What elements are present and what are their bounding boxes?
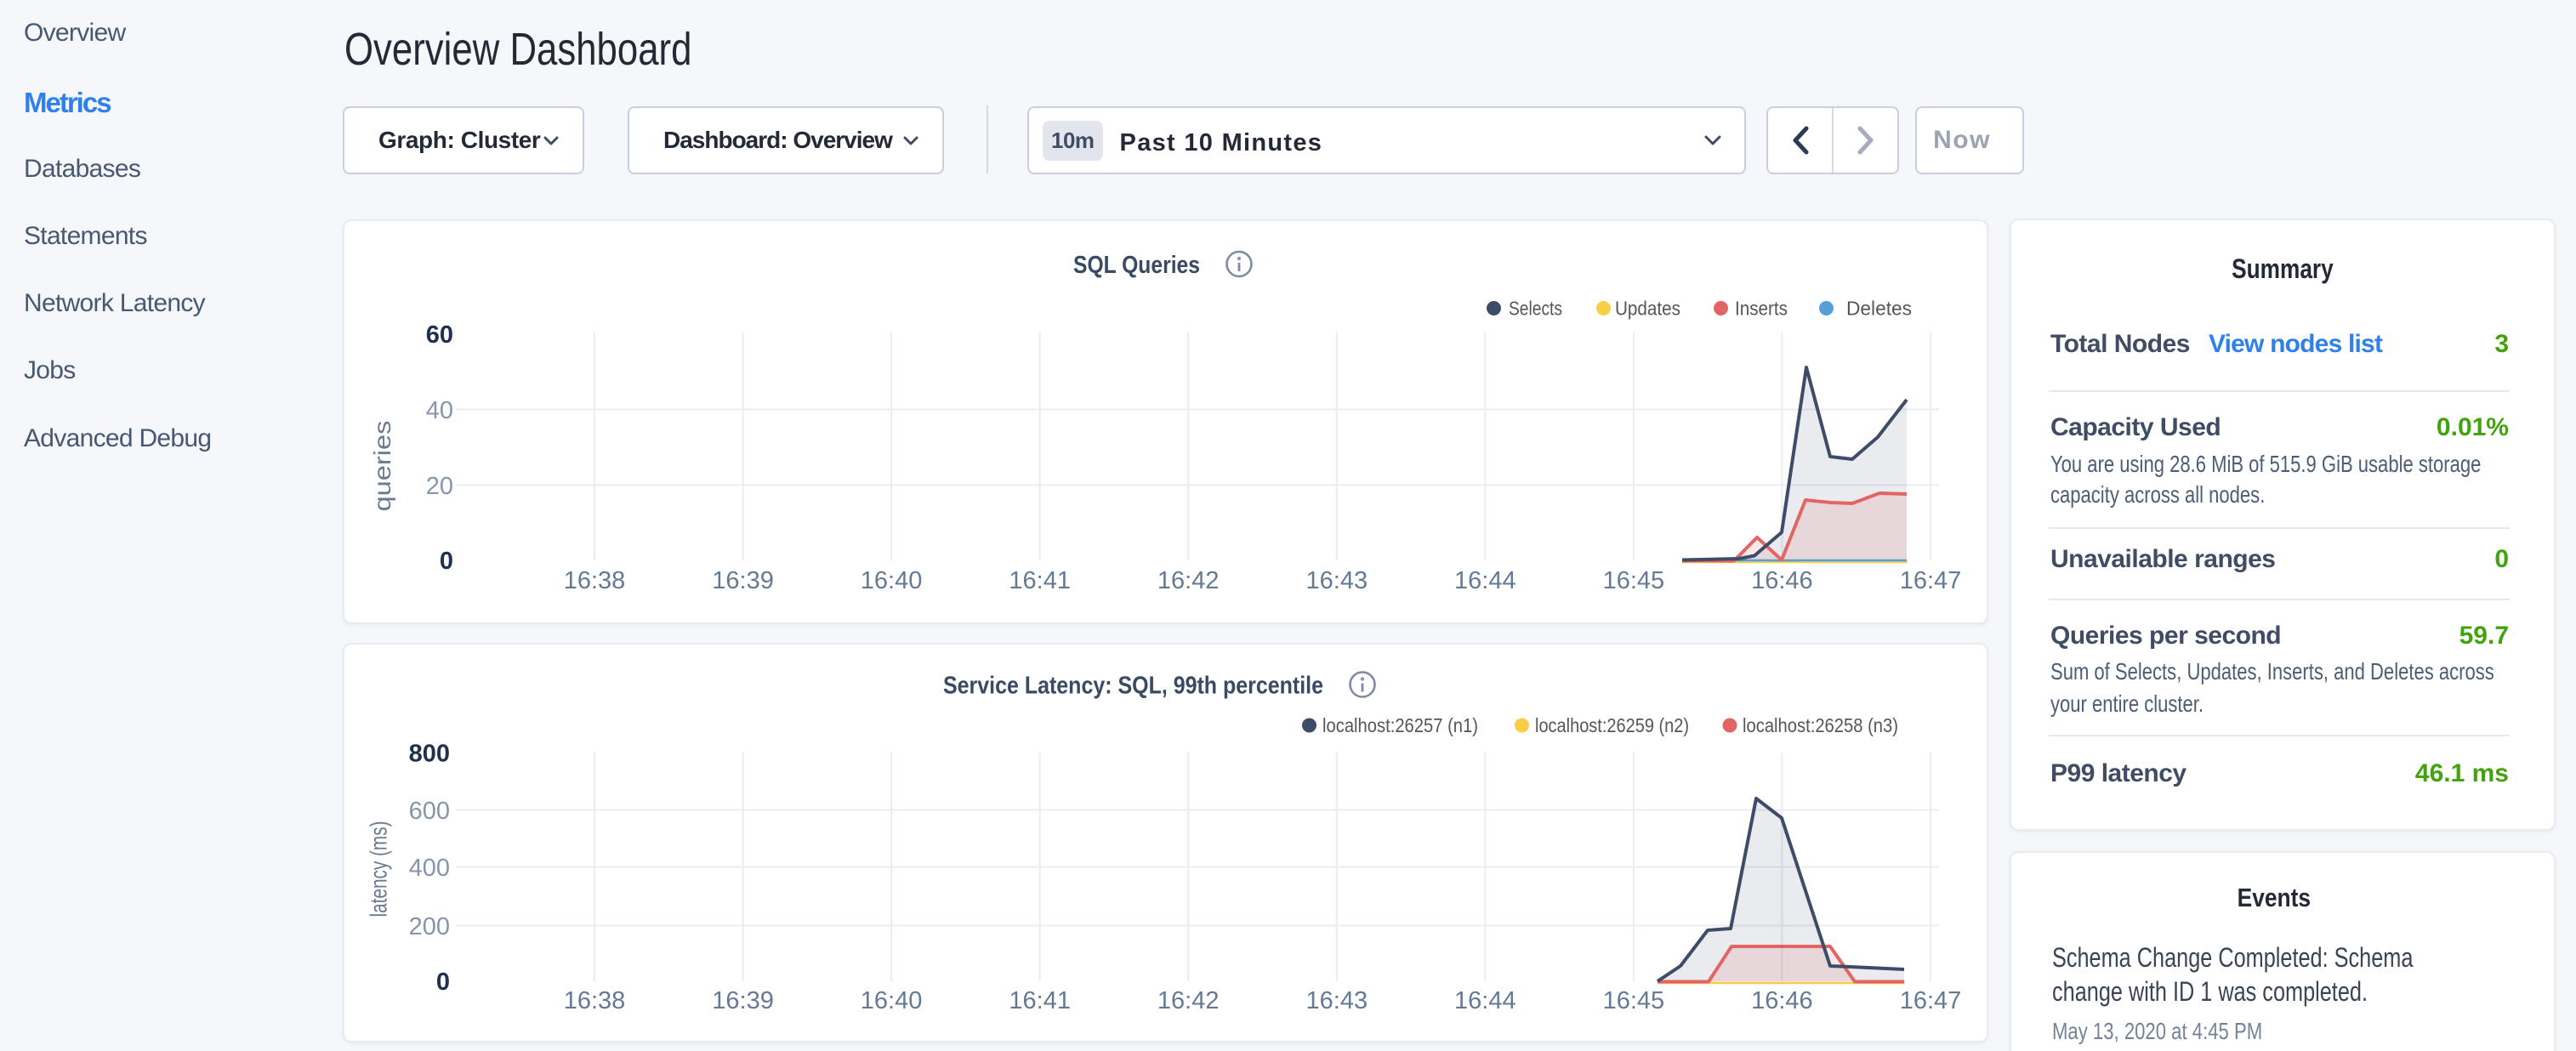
svg-text:16:47: 16:47: [1900, 987, 1962, 1014]
svg-text:800: 800: [409, 741, 450, 768]
svg-text:Service Latency: SQL, 99th per: Service Latency: SQL, 99th percentile: [943, 673, 1323, 700]
svg-text:16:44: 16:44: [1454, 567, 1516, 594]
svg-text:latency (ms): latency (ms): [366, 821, 392, 917]
svg-text:16:45: 16:45: [1603, 567, 1665, 594]
svg-text:localhost:26257 (n1): localhost:26257 (n1): [1322, 714, 1478, 736]
svg-text:16:39: 16:39: [712, 567, 774, 594]
svg-text:16:39: 16:39: [712, 987, 774, 1014]
svg-text:16:43: 16:43: [1306, 567, 1368, 594]
svg-text:16:40: 16:40: [861, 987, 923, 1014]
svg-text:16:46: 16:46: [1751, 987, 1813, 1014]
svg-text:16:42: 16:42: [1157, 567, 1220, 594]
svg-text:0: 0: [436, 969, 450, 996]
svg-text:Inserts: Inserts: [1735, 298, 1788, 320]
svg-text:600: 600: [409, 798, 450, 825]
svg-text:localhost:26258 (n3): localhost:26258 (n3): [1743, 714, 1898, 736]
svg-text:16:41: 16:41: [1009, 567, 1071, 594]
svg-text:Updates: Updates: [1615, 298, 1680, 320]
svg-text:0: 0: [440, 548, 453, 575]
svg-text:40: 40: [426, 397, 453, 424]
svg-text:16:41: 16:41: [1009, 987, 1071, 1014]
svg-text:200: 200: [409, 913, 450, 940]
svg-text:queries: queries: [369, 421, 395, 512]
svg-text:localhost:26259 (n2): localhost:26259 (n2): [1535, 714, 1689, 736]
svg-text:Selects: Selects: [1509, 298, 1562, 320]
svg-text:16:43: 16:43: [1306, 987, 1368, 1014]
svg-text:16:47: 16:47: [1900, 567, 1962, 594]
svg-text:16:40: 16:40: [861, 567, 923, 594]
svg-text:20: 20: [426, 473, 453, 500]
svg-text:16:46: 16:46: [1751, 567, 1813, 594]
svg-text:16:42: 16:42: [1157, 987, 1220, 1014]
svg-text:16:38: 16:38: [564, 567, 626, 594]
svg-text:SQL Queries: SQL Queries: [1073, 252, 1200, 279]
svg-text:16:38: 16:38: [564, 987, 626, 1014]
svg-text:16:44: 16:44: [1454, 987, 1516, 1014]
svg-text:16:45: 16:45: [1603, 987, 1665, 1014]
svg-text:400: 400: [409, 855, 450, 882]
svg-text:Deletes: Deletes: [1846, 298, 1912, 320]
svg-text:60: 60: [426, 321, 453, 349]
